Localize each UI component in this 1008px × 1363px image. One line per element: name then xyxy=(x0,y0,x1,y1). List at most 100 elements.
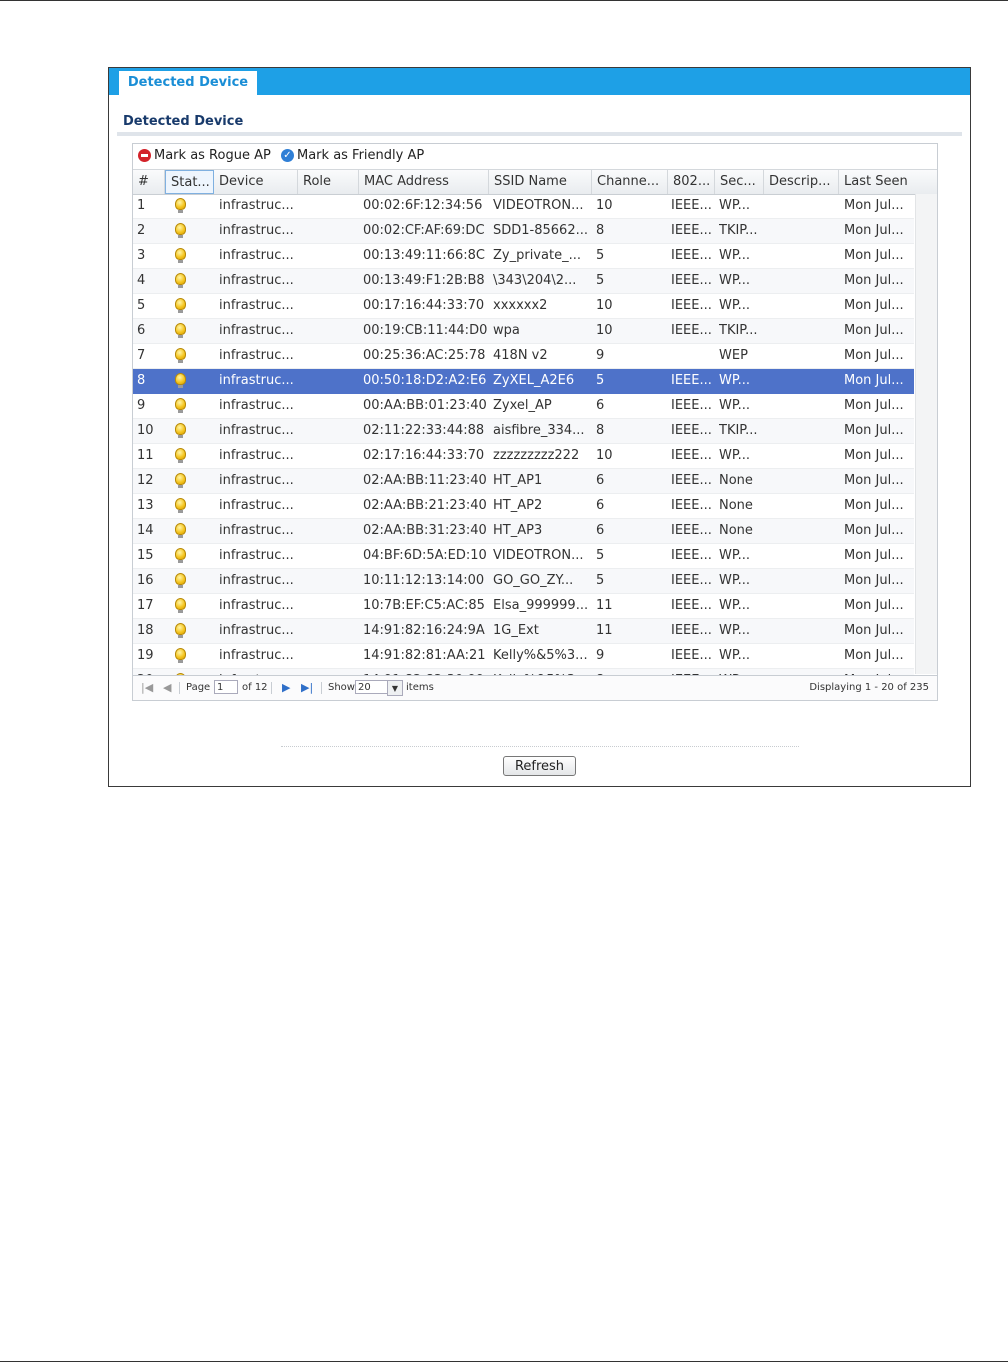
table-row[interactable]: 9 infrastruc... 00:AA:BB:01:23:40 Zyxel_AP 6… xyxy=(133,394,914,419)
rogue-icon xyxy=(138,149,151,162)
column-header-802[interactable]: 802... xyxy=(668,170,715,194)
cell-number: 16 xyxy=(137,573,154,588)
cell-channel: 9 xyxy=(596,648,605,663)
column-header-role[interactable]: Role xyxy=(298,170,359,194)
cell-802: IEEE... xyxy=(671,623,712,638)
lightbulb-icon xyxy=(175,298,186,313)
cell-mac-address: 00:AA:BB:01:23:40 xyxy=(363,398,487,413)
cell-channel: 6 xyxy=(596,398,605,413)
table-row[interactable]: 13 infrastruc... 02:AA:BB:21:23:40 HT_AP2 6 I… xyxy=(133,494,914,519)
next-page-icon[interactable]: ▶ xyxy=(282,676,290,700)
items-per-page-select[interactable]: 20 xyxy=(355,680,388,694)
cell-device: infrastruc... xyxy=(219,398,294,413)
table-scrollbar[interactable] xyxy=(915,194,937,674)
cell-802: IEEE... xyxy=(671,573,712,588)
cell-ssid-name: Kelly%&5%3... xyxy=(493,648,588,663)
cell-mac-address: 02:AA:BB:31:23:40 xyxy=(363,523,487,538)
refresh-button[interactable]: Refresh xyxy=(503,756,576,776)
cell-802: IEEE... xyxy=(671,248,712,263)
table-row[interactable]: 11 infrastruc... 02:17:16:44:33:70 zzzzzzzz… xyxy=(133,444,914,469)
cell-number: 5 xyxy=(137,298,146,313)
table-row[interactable]: 18 infrastruc... 14:91:82:16:24:9A 1G_Ext 11… xyxy=(133,619,914,644)
cell-number: 4 xyxy=(137,273,146,288)
cell-802: IEEE... xyxy=(671,298,712,313)
footer-divider xyxy=(281,746,799,747)
cell-ssid-name: HT_AP3 xyxy=(493,523,543,538)
page-number-input[interactable]: 1 xyxy=(214,680,238,694)
cell-security: TKIP... xyxy=(719,323,758,338)
cell-device: infrastruc... xyxy=(219,598,294,613)
column-header-number[interactable]: # xyxy=(133,170,165,194)
cell-mac-address: 00:13:49:F1:2B:B8 xyxy=(363,273,485,288)
cell-channel: 10 xyxy=(596,323,613,338)
section-title: Detected Device xyxy=(123,114,244,129)
cell-802: IEEE... xyxy=(671,548,712,563)
tab-bar: Detected Device xyxy=(109,68,970,95)
cell-802: IEEE... xyxy=(671,223,712,238)
table-row[interactable]: 4 infrastruc... 00:13:49:F1:2B:B8 \343\204\… xyxy=(133,269,914,294)
table-row[interactable]: 3 infrastruc... 00:13:49:11:66:8C Zy_privat… xyxy=(133,244,914,269)
lightbulb-icon xyxy=(175,598,186,613)
cell-security: WP... xyxy=(719,573,751,588)
cell-device: infrastruc... xyxy=(219,448,294,463)
cell-last-seen: Mon Jul... xyxy=(844,373,904,388)
cell-channel: 5 xyxy=(596,248,605,263)
table-row[interactable]: 5 infrastruc... 00:17:16:44:33:70 xxxxxx2 10… xyxy=(133,294,914,319)
cell-number: 10 xyxy=(137,423,154,438)
column-header-mac-address[interactable]: MAC Address xyxy=(359,170,489,194)
cell-mac-address: 00:19:CB:11:44:D0 xyxy=(363,323,488,338)
column-header-device[interactable]: Device xyxy=(214,170,298,194)
lightbulb-icon xyxy=(175,273,186,288)
table-row[interactable]: 10 infrastruc... 02:11:22:33:44:88 aisfibre… xyxy=(133,419,914,444)
column-header-last-seen[interactable]: Last Seen xyxy=(839,170,937,194)
previous-page-icon[interactable]: ◀ xyxy=(163,676,171,700)
cell-ssid-name: aisfibre_334... xyxy=(493,423,585,438)
lightbulb-icon xyxy=(175,448,186,463)
column-header-channel[interactable]: Channe... xyxy=(592,170,668,194)
cell-ssid-name: Zy_private_... xyxy=(493,248,581,263)
cell-802: IEEE... xyxy=(671,648,712,663)
column-header-ssid-name[interactable]: SSID Name xyxy=(489,170,592,194)
cell-number: 17 xyxy=(137,598,154,613)
cell-mac-address: 02:11:22:33:44:88 xyxy=(363,423,485,438)
table-row[interactable]: 19 infrastruc... 14:91:82:81:AA:21 Kelly%&5… xyxy=(133,644,914,669)
cell-802: IEEE... xyxy=(671,498,712,513)
table-row[interactable]: 2 infrastruc... 00:02:CF:AF:69:DC SDD1-8566… xyxy=(133,219,914,244)
cell-ssid-name: GO_GO_ZY... xyxy=(493,573,574,588)
column-header-description[interactable]: Descrip... xyxy=(764,170,839,194)
cell-802: IEEE... xyxy=(671,523,712,538)
cell-security: WP... xyxy=(719,598,751,613)
column-header-status[interactable]: Stat... xyxy=(165,170,214,194)
cell-ssid-name: wpa xyxy=(493,323,520,338)
table-row[interactable]: 14 infrastruc... 02:AA:BB:31:23:40 HT_AP3 6 I… xyxy=(133,519,914,544)
lightbulb-icon xyxy=(175,323,186,338)
mark-rogue-ap-button[interactable]: Mark as Rogue AP xyxy=(138,148,271,163)
detected-device-table: Mark as Rogue AP ✓ Mark as Friendly AP #… xyxy=(132,143,938,701)
last-page-icon[interactable]: ▶| xyxy=(301,676,313,700)
mark-friendly-ap-button[interactable]: ✓ Mark as Friendly AP xyxy=(281,148,424,163)
table-row[interactable]: 8 infrastruc... 00:50:18:D2:A2:E6 ZyXEL_A2E… xyxy=(133,369,914,394)
mark-friendly-ap-label: Mark as Friendly AP xyxy=(297,148,425,163)
table-row[interactable]: 17 infrastruc... 10:7B:EF:C5:AC:85 Elsa_999… xyxy=(133,594,914,619)
table-row[interactable]: 1 infrastruc... 00:02:6F:12:34:56 VIDEOTRON… xyxy=(133,194,914,219)
column-header-security[interactable]: Sec... xyxy=(715,170,764,194)
cell-mac-address: 02:AA:BB:11:23:40 xyxy=(363,473,487,488)
table-row[interactable]: 16 infrastruc... 10:11:12:13:14:00 GO_GO_ZY… xyxy=(133,569,914,594)
table-row[interactable]: 12 infrastruc... 02:AA:BB:11:23:40 HT_AP1 6 I… xyxy=(133,469,914,494)
lightbulb-icon xyxy=(175,198,186,213)
cell-mac-address: 04:BF:6D:5A:ED:10 xyxy=(363,548,487,563)
tab-detected-device[interactable]: Detected Device xyxy=(119,71,257,95)
cell-number: 9 xyxy=(137,398,146,413)
cell-security: WP... xyxy=(719,548,751,563)
page-count-label: of 12 xyxy=(242,682,268,693)
first-page-icon[interactable]: |◀ xyxy=(141,676,153,700)
chevron-down-icon[interactable]: ▼ xyxy=(387,680,403,696)
table-row[interactable]: 7 infrastruc... 00:25:36:AC:25:78 418N v2 9 W… xyxy=(133,344,914,369)
cell-ssid-name: Zyxel_AP xyxy=(493,398,552,413)
table-row[interactable]: 15 infrastruc... 04:BF:6D:5A:ED:10 VIDEOTRO… xyxy=(133,544,914,569)
cell-last-seen: Mon Jul... xyxy=(844,423,904,438)
cell-security: WP... xyxy=(719,448,751,463)
table-row[interactable]: 6 infrastruc... 00:19:CB:11:44:D0 wpa 10 IEEE… xyxy=(133,319,914,344)
cell-number: 2 xyxy=(137,223,146,238)
lightbulb-icon xyxy=(175,523,186,538)
